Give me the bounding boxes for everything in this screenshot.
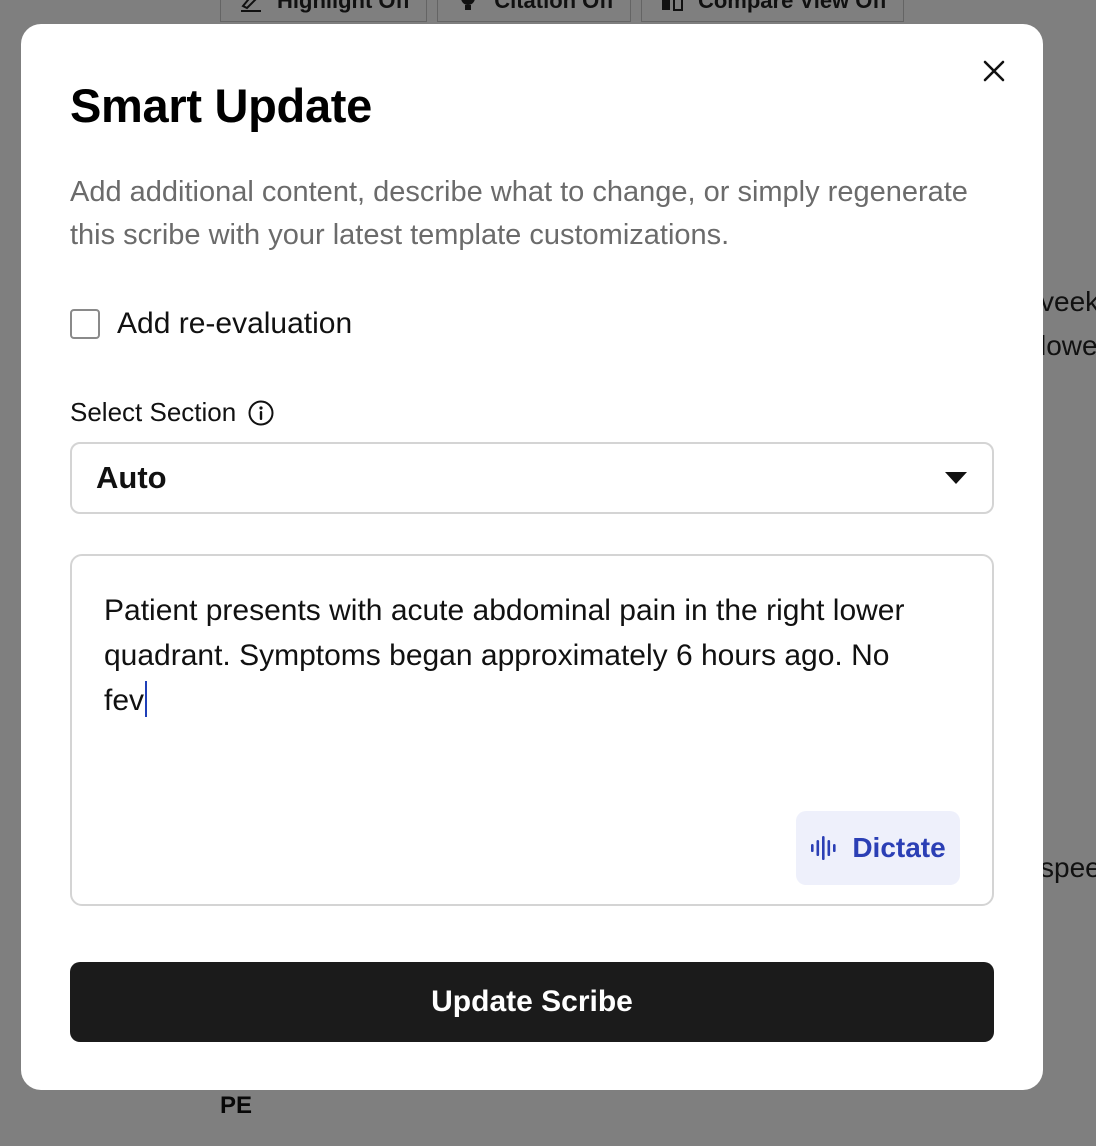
close-icon — [983, 60, 1005, 82]
section-select[interactable]: Auto — [70, 442, 994, 514]
caret-down-icon — [944, 471, 968, 485]
info-icon[interactable] — [248, 400, 274, 426]
update-scribe-button[interactable]: Update Scribe — [70, 962, 994, 1042]
text-cursor — [145, 681, 148, 717]
update-notes-value: Patient presents with acute abdominal pa… — [104, 594, 905, 717]
add-reevaluation-label[interactable]: Add re-evaluation — [117, 307, 352, 341]
dictate-button-label: Dictate — [852, 832, 946, 863]
dialog-description: Add additional content, describe what to… — [70, 176, 968, 251]
dialog-title: Smart Update — [70, 79, 372, 132]
select-section-label-row: Select Section — [70, 397, 274, 428]
update-notes-text[interactable]: Patient presents with acute abdominal pa… — [104, 588, 934, 723]
section-select-value: Auto — [96, 460, 167, 495]
add-reevaluation-checkbox[interactable] — [70, 309, 100, 339]
waveform-icon — [810, 836, 840, 860]
add-reevaluation-option[interactable]: Add re-evaluation — [70, 307, 352, 341]
select-section-label: Select Section — [70, 397, 237, 427]
update-notes-textarea[interactable]: Patient presents with acute abdominal pa… — [70, 554, 994, 906]
dictate-button[interactable]: Dictate — [796, 811, 960, 885]
smart-update-dialog: Smart Update Add additional content, des… — [21, 24, 1043, 1090]
close-button[interactable] — [979, 56, 1009, 86]
